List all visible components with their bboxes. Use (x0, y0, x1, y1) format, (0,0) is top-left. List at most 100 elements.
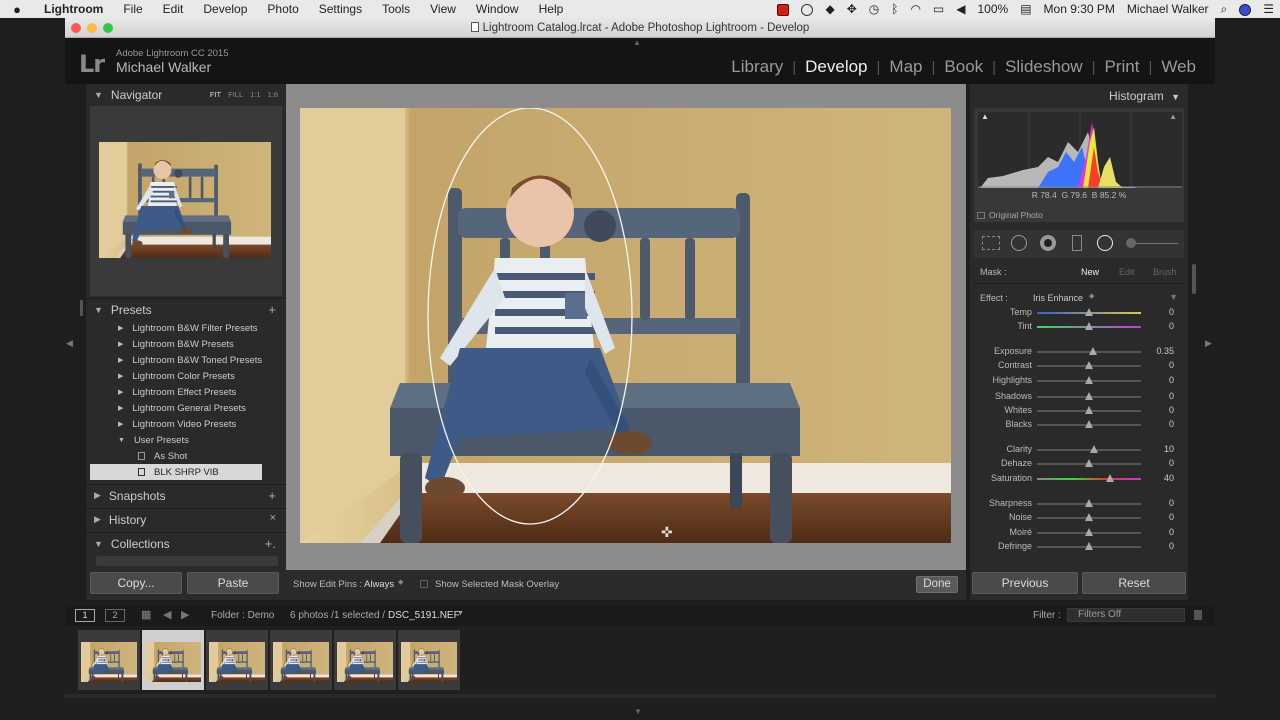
paste-button[interactable]: Paste (187, 572, 279, 594)
menu-view[interactable]: View (420, 2, 466, 16)
slider-handle[interactable] (1085, 499, 1093, 507)
menubar-user[interactable]: Michael Walker (1121, 2, 1215, 16)
slider-value[interactable]: 0 (1169, 498, 1174, 508)
slider-saturation[interactable]: Saturation 40 (974, 472, 1184, 486)
filmstrip-thumb[interactable] (78, 630, 140, 690)
slider-dehaze[interactable]: Dehaze 0 (974, 457, 1184, 471)
top-panel-toggle-icon[interactable]: ▲ (633, 38, 641, 47)
right-panel-scrollbar[interactable] (1192, 264, 1196, 294)
record-icon[interactable] (771, 2, 795, 16)
menu-file[interactable]: File (113, 2, 152, 16)
slider-handle[interactable] (1089, 347, 1098, 355)
menu-edit[interactable]: Edit (153, 2, 194, 16)
zoom-1-8[interactable]: 1:8 (268, 90, 278, 99)
show-edit-pins-select[interactable]: Always (364, 579, 394, 590)
back-arrow-icon[interactable]: ◀ (163, 608, 171, 621)
menu-photo[interactable]: Photo (257, 2, 308, 16)
snapshots-header[interactable]: ▶ Snapshots + (86, 484, 286, 506)
navigator-preview[interactable] (90, 106, 282, 296)
slider-value[interactable]: 0 (1169, 458, 1174, 468)
spotlight-search-icon[interactable]: ⌕ (1215, 2, 1234, 17)
navigator-header[interactable]: ▼ Navigator FIT FILL 1:1 1:8 (86, 84, 286, 106)
menu-window[interactable]: Window (466, 2, 529, 16)
slider-exposure[interactable]: Exposure 0.35 (974, 345, 1184, 359)
module-print[interactable]: Print (1095, 57, 1148, 77)
previous-button[interactable]: Previous (972, 572, 1078, 594)
preset-folder[interactable]: ▶ Lightroom Color Presets (90, 368, 262, 384)
slider-track[interactable] (1037, 478, 1141, 480)
slider-handle[interactable] (1085, 513, 1093, 521)
presets-header[interactable]: ▼ Presets + (86, 298, 286, 320)
slider-handle[interactable] (1085, 406, 1093, 414)
preset-folder[interactable]: ▶ Lightroom B&W Toned Presets (90, 352, 262, 368)
filter-select[interactable]: Filters Off (1067, 608, 1185, 622)
slider-value[interactable]: 0 (1169, 405, 1174, 415)
right-panel-toggle-icon[interactable]: ▶ (1205, 338, 1212, 349)
slider-contrast[interactable]: Contrast 0 (974, 359, 1184, 373)
preset-folder[interactable]: ▶ Lightroom Video Presets (90, 416, 262, 432)
done-button[interactable]: Done (916, 576, 958, 593)
bottom-panel-toggle-icon[interactable]: ▼ (634, 707, 642, 716)
image-canvas[interactable]: ✜ (286, 84, 966, 570)
module-develop[interactable]: Develop (796, 57, 876, 77)
filmstrip-scrollbar[interactable] (65, 694, 1215, 698)
airplay-icon[interactable]: ▭ (927, 2, 950, 16)
module-book[interactable]: Book (935, 57, 992, 77)
slider-defringe[interactable]: Defringe 0 (974, 540, 1184, 554)
filter-lock-icon[interactable] (1194, 610, 1202, 620)
apple-menu-icon[interactable]: ● (0, 2, 34, 17)
navigator-thumbnail[interactable] (99, 142, 271, 258)
module-library[interactable]: Library (722, 57, 792, 77)
filmstrip-thumb[interactable] (334, 630, 396, 690)
menu-lightroom[interactable]: Lightroom (34, 2, 113, 16)
mask-pin-icon[interactable]: ✜ (661, 524, 673, 541)
filename-dropdown-icon[interactable]: ▼ (457, 610, 464, 617)
add-collection-icon[interactable]: +. (265, 536, 276, 551)
slider-handle[interactable] (1085, 361, 1093, 369)
zoom-1-1[interactable]: 1:1 (250, 90, 260, 99)
current-filename[interactable]: DSC_5191.NEF (388, 610, 460, 621)
collections-header[interactable]: ▼ Collections +. (86, 532, 286, 554)
shadow-clipping-icon[interactable]: ▲ (981, 112, 989, 121)
slider-handle[interactable] (1085, 528, 1093, 536)
original-photo-toggle[interactable]: Original Photo (977, 210, 1043, 220)
wifi-icon[interactable]: ◠ (904, 2, 926, 16)
slider-handle[interactable] (1085, 308, 1093, 316)
slider-value[interactable]: 0 (1169, 375, 1174, 385)
slider-value[interactable]: 0 (1169, 541, 1174, 551)
slider-value[interactable]: 0 (1169, 527, 1174, 537)
slider-moir[interactable]: Moiré 0 (974, 526, 1184, 540)
creative-cloud-icon[interactable] (795, 2, 819, 16)
dropbox-icon[interactable]: ◆ (819, 2, 840, 16)
reset-button[interactable]: Reset (1082, 572, 1186, 594)
radial-filter-icon[interactable] (1097, 235, 1113, 251)
mask-new-button[interactable]: New (1081, 267, 1099, 277)
module-web[interactable]: Web (1152, 57, 1205, 77)
main-photo[interactable] (300, 108, 951, 543)
filmstrip-thumb[interactable] (206, 630, 268, 690)
menu-tools[interactable]: Tools (372, 2, 420, 16)
mask-brush-button[interactable]: Brush (1153, 267, 1177, 277)
menu-settings[interactable]: Settings (309, 2, 372, 16)
slider-noise[interactable]: Noise 0 (974, 511, 1184, 525)
slider-blacks[interactable]: Blacks 0 (974, 418, 1184, 432)
slider-value[interactable]: 0 (1169, 321, 1174, 331)
slider-value[interactable]: 0 (1169, 307, 1174, 317)
histogram-panel[interactable]: ▲ ▲ R 78.4 G 79.6 B 85.2 % Original Phot… (974, 108, 1184, 222)
slider-value[interactable]: 0 (1169, 419, 1174, 429)
slider-handle[interactable] (1085, 376, 1093, 384)
main-window-button[interactable]: 1 (75, 609, 95, 622)
siri-icon[interactable] (1233, 2, 1257, 16)
highlight-clipping-icon[interactable]: ▲ (1169, 112, 1177, 121)
preset-blk-shrp-vib[interactable]: BLK SHRP VIB (90, 464, 263, 480)
slider-sharpness[interactable]: Sharpness 0 (974, 497, 1184, 511)
slider-value[interactable]: 0.35 (1156, 346, 1174, 356)
add-preset-icon[interactable]: + (268, 302, 276, 317)
slider-handle[interactable] (1090, 445, 1099, 453)
slider-shadows[interactable]: Shadows 0 (974, 390, 1184, 404)
history-header[interactable]: ▶ History × (86, 508, 286, 530)
battery-text[interactable]: 100% (972, 2, 1015, 16)
zoom-fill[interactable]: FILL (228, 90, 243, 99)
menubar-clock[interactable]: Mon 9:30 PM (1038, 2, 1121, 16)
copy-button[interactable]: Copy... (90, 572, 182, 594)
